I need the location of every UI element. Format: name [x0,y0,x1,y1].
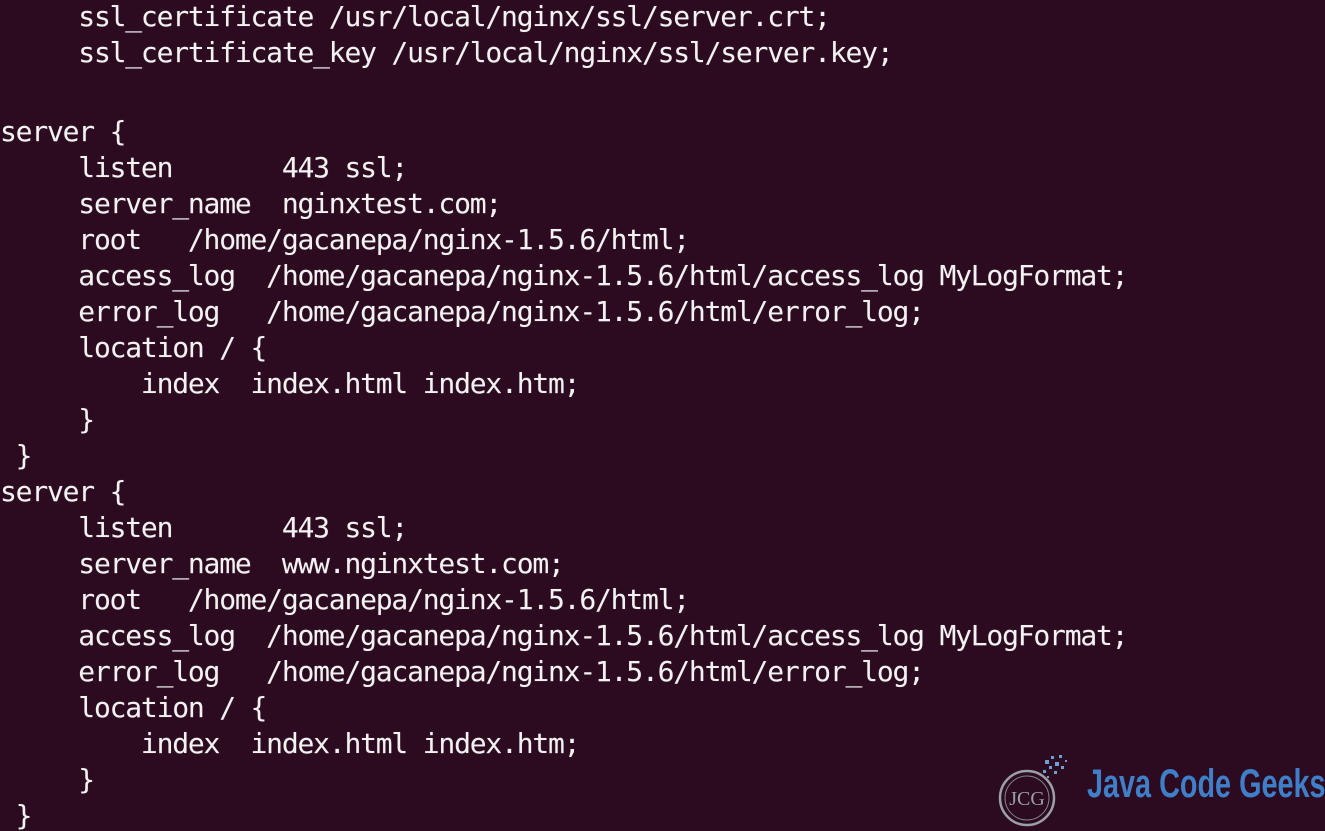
code-line-13: } [0,439,33,472]
code-line-23: } [0,799,33,831]
code-line-2: ssl_certificate_key /usr/local/nginx/ssl… [0,36,893,69]
terminal-window[interactable]: ssl_certificate /usr/local/nginx/ssl/ser… [0,0,1325,831]
code-line-6: server_name nginxtest.com; [0,187,502,220]
jcg-emblem-icon: JCG [998,755,1067,827]
code-line-21: index index.html index.htm; [0,727,581,760]
code-line-9: error_log /home/gacanepa/nginx-1.5.6/htm… [0,295,925,328]
code-line-18: access_log /home/gacanepa/nginx-1.5.6/ht… [0,619,1128,652]
code-line-17: root /home/gacanepa/nginx-1.5.6/html; [0,583,690,616]
code-line-20: location / { [0,691,267,724]
code-line-14: server { [0,475,126,508]
code-line-7: root /home/gacanepa/nginx-1.5.6/html; [0,223,690,256]
jcg-emblem-text: JCG [1009,788,1045,810]
code-line-11: index index.html index.htm; [0,367,581,400]
code-line-19: error_log /home/gacanepa/nginx-1.5.6/htm… [0,655,925,688]
code-line-5: listen 443 ssl; [0,151,408,184]
code-line-1: ssl_certificate /usr/local/nginx/ssl/ser… [0,0,831,33]
code-line-8: access_log /home/gacanepa/nginx-1.5.6/ht… [0,259,1128,292]
brand-name: Java Code Geeks [1087,762,1325,806]
code-line-15: listen 443 ssl; [0,511,408,544]
code-line-10: location / { [0,331,267,364]
java-code-geeks-watermark: JCG Java Code Geeks [985,752,1325,831]
code-line-16: server_name www.nginxtest.com; [0,547,565,580]
code-line-4: server { [0,115,126,148]
code-line-22: } [0,763,95,796]
code-line-12: } [0,403,95,436]
